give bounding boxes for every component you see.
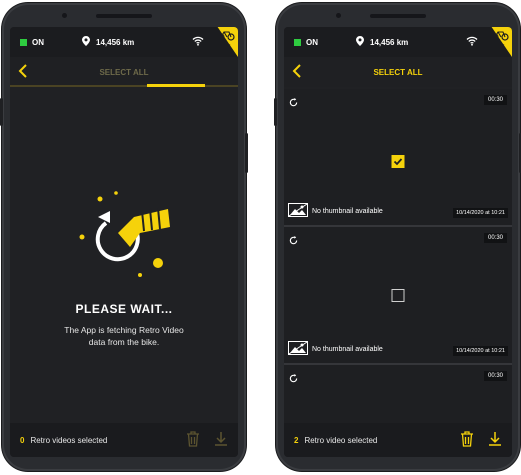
rotate-icon[interactable] [289, 94, 298, 112]
ride-label: Ride [221, 42, 231, 47]
video-card[interactable]: 00:30 [284, 365, 512, 425]
selected-label: Retro videos selected [30, 435, 108, 445]
image-placeholder-icon [288, 341, 308, 357]
ride-label: Ride [495, 42, 505, 47]
ride-mode-badge[interactable]: Ride [491, 27, 512, 57]
volume-button [274, 98, 277, 126]
wifi-icon [192, 36, 204, 48]
rotate-icon[interactable] [289, 232, 298, 250]
video-card[interactable]: 00:30 No thumbnail available 10/14/2020 … [284, 89, 512, 227]
video-duration: 00:30 [483, 233, 507, 243]
no-thumbnail-notice: No thumbnail available [288, 203, 383, 219]
retro-video-fetch-icon [70, 187, 180, 292]
bike-icon [491, 31, 509, 42]
selected-count: 2 [294, 435, 299, 445]
connection-status: ON [32, 37, 44, 47]
connection-status: ON [306, 37, 318, 47]
no-thumbnail-label: No thumbnail available [312, 207, 383, 215]
rotate-icon[interactable] [289, 370, 298, 388]
select-all-button[interactable]: SELECT ALL [284, 68, 512, 77]
trash-icon[interactable] [186, 431, 200, 449]
loading-title: PLEASE WAIT... [75, 302, 173, 316]
video-duration: 00:30 [483, 95, 507, 105]
trash-icon[interactable] [460, 431, 474, 449]
no-thumbnail-label: No thumbnail available [312, 345, 383, 353]
screen-loading: ON 14,456 km Ride SELECT ALL PLEASE WAIT… [10, 27, 238, 457]
video-checkbox-checked[interactable] [391, 155, 405, 168]
volume-button [0, 98, 3, 126]
front-camera [62, 13, 67, 18]
video-card[interactable]: 00:30 No thumbnail available 10/14/2020 … [284, 227, 512, 365]
selected-count: 0 [20, 435, 25, 445]
distance-readout: 14,456 km [96, 37, 135, 47]
wifi-icon [466, 36, 478, 48]
loading-message-line-1: The App is fetching Retro Video [64, 325, 184, 335]
video-checkbox-unchecked[interactable] [391, 289, 405, 302]
connection-indicator [20, 38, 27, 46]
status-bar: ON 14,456 km Ride [284, 27, 512, 57]
video-date: 10/14/2020 at 10:21 [453, 346, 508, 356]
phone-frame-right: ON 14,456 km Ride SELECT ALL 00:30 No th… [274, 3, 521, 471]
image-placeholder-icon [288, 203, 308, 219]
no-thumbnail-notice: No thumbnail available [288, 341, 383, 357]
selection-bar: 0 Retro videos selected [10, 423, 238, 457]
location-pin-icon [356, 36, 364, 48]
loading-message: The App is fetching Retro Video data fro… [40, 324, 208, 348]
video-duration: 00:30 [483, 371, 507, 381]
tab-underline-active [147, 84, 205, 87]
toolbar: SELECT ALL [10, 57, 238, 87]
power-button [245, 133, 248, 173]
distance-readout: 14,456 km [370, 37, 409, 47]
bike-icon [217, 31, 235, 42]
loading-message-line-2: data from the bike. [88, 337, 160, 347]
selected-label: Retro video selected [304, 435, 378, 445]
video-date: 10/14/2020 at 10:21 [453, 208, 508, 218]
selection-bar: 2 Retro video selected [284, 423, 512, 457]
phone-frame-left: ON 14,456 km Ride SELECT ALL PLEASE WAIT… [0, 3, 248, 471]
toolbar: SELECT ALL [284, 57, 512, 87]
download-icon[interactable] [214, 431, 228, 449]
ride-mode-badge[interactable]: Ride [217, 27, 238, 57]
earpiece [370, 14, 426, 18]
earpiece [96, 14, 152, 18]
location-pin-icon [82, 36, 90, 48]
connection-indicator [294, 38, 301, 46]
select-all-button[interactable]: SELECT ALL [10, 68, 238, 77]
screen-video-list: ON 14,456 km Ride SELECT ALL 00:30 No th… [284, 27, 512, 457]
download-icon[interactable] [488, 431, 502, 449]
front-camera [336, 13, 341, 18]
status-bar: ON 14,456 km Ride [10, 27, 238, 57]
